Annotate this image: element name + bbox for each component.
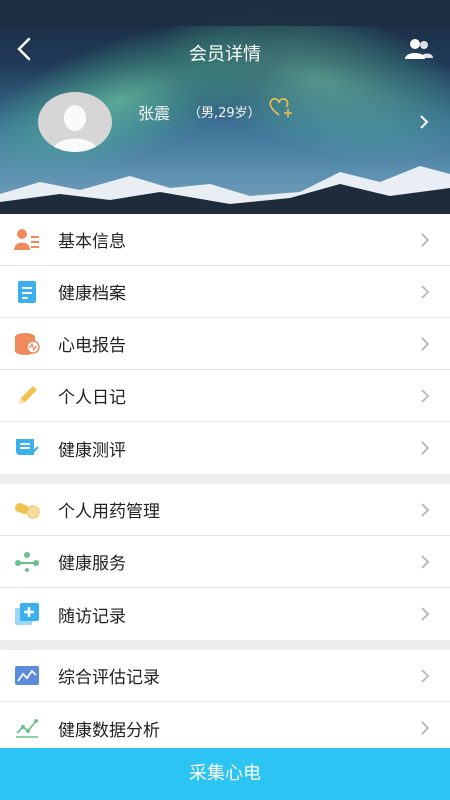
page-title: 会员详情: [189, 44, 261, 65]
menu-item-label: 健康数据分析: [58, 720, 160, 741]
data-analysis-icon: [14, 715, 40, 741]
heart-add-icon: [269, 98, 292, 117]
user-gender-age: （男,29岁）: [188, 106, 261, 121]
menu-item-medication[interactable]: 个人用药管理: [0, 484, 450, 536]
menu-item-comprehensive-evaluation[interactable]: 综合评估记录: [0, 650, 450, 702]
chevron-right-icon: [421, 337, 430, 351]
menu-item-health-assessment[interactable]: 健康测评: [0, 422, 450, 474]
menu-item-label: 综合评估记录: [58, 668, 160, 688]
chevron-right-icon: [421, 233, 430, 247]
menu-item-label: 健康档案: [58, 284, 126, 304]
user-name: 张震: [138, 104, 171, 123]
menu-item-health-service[interactable]: 健康服务: [0, 536, 450, 588]
chevron-right-icon: [421, 555, 430, 569]
menu-item-label: 个人用药管理: [58, 502, 160, 522]
document-icon: [14, 279, 40, 305]
chevron-right-icon: [421, 669, 430, 683]
medicine-icon: [14, 497, 40, 523]
menu-item-label: 健康测评: [58, 440, 126, 461]
menu-item-ecg-report[interactable]: 心电报告: [0, 318, 450, 370]
collect-ecg-button[interactable]: 采集心电: [0, 748, 450, 800]
menu-item-label: 基本信息: [58, 232, 126, 252]
menu-item-data-analysis[interactable]: 健康数据分析: [0, 702, 450, 754]
chevron-right-icon: [421, 389, 430, 403]
person-info-icon: [14, 227, 40, 253]
evaluation-chart-icon: [14, 663, 40, 689]
members-button[interactable]: [404, 38, 434, 60]
users-icon: [405, 39, 433, 59]
chevron-right-icon: [421, 721, 430, 735]
default-avatar-icon: [52, 105, 98, 152]
service-icon: [14, 549, 40, 575]
assessment-icon: [14, 435, 40, 461]
profile-detail-arrow[interactable]: [418, 114, 430, 130]
menu-item-personal-diary[interactable]: 个人日记: [0, 370, 450, 422]
menu-item-followup-record[interactable]: 随访记录: [0, 588, 450, 640]
menu-item-label: 个人日记: [58, 388, 126, 408]
ecg-report-icon: [14, 331, 40, 357]
follow-button[interactable]: [268, 96, 294, 118]
pencil-icon: [14, 383, 40, 409]
section-divider: [0, 474, 450, 484]
mountain-silhouette: [0, 166, 450, 214]
menu-list: 基本信息 健康档案 心电报告 个人日记 健康测评 个人用药管理 健康服务 随访记…: [0, 214, 450, 754]
menu-item-label: 健康服务: [58, 554, 126, 574]
followup-icon: [14, 601, 40, 627]
menu-group: 基本信息 健康档案 心电报告 个人日记 健康测评: [0, 214, 450, 474]
status-bar: [0, 0, 450, 26]
chevron-right-icon: [421, 441, 430, 455]
menu-group: 个人用药管理 健康服务 随访记录: [0, 484, 450, 640]
chevron-right-icon: [421, 285, 430, 299]
menu-group: 综合评估记录 健康数据分析: [0, 650, 450, 754]
section-divider: [0, 640, 450, 650]
chevron-right-icon: [421, 607, 430, 621]
menu-item-label: 随访记录: [58, 606, 126, 627]
menu-item-label: 心电报告: [58, 336, 126, 356]
chevron-right-icon: [421, 503, 430, 517]
menu-item-health-record[interactable]: 健康档案: [0, 266, 450, 318]
menu-item-basic-info[interactable]: 基本信息: [0, 214, 450, 266]
avatar[interactable]: [38, 92, 112, 152]
chevron-right-icon: [420, 115, 429, 129]
